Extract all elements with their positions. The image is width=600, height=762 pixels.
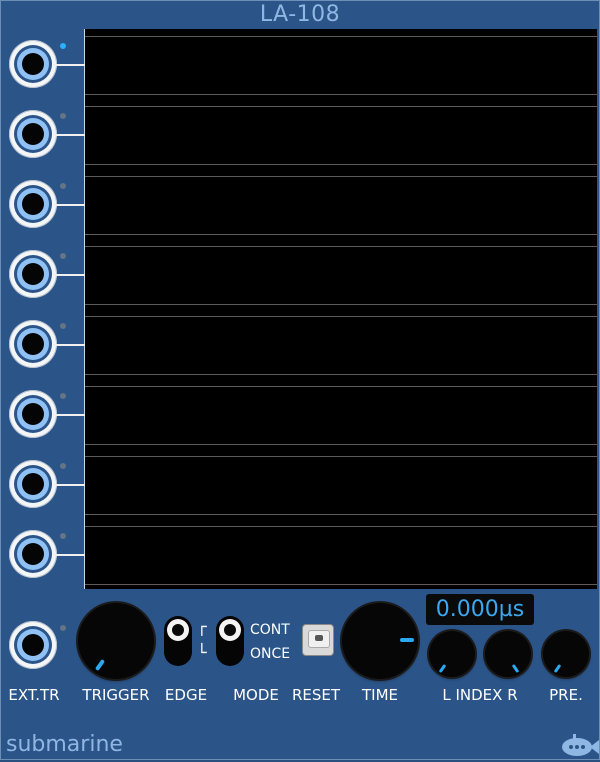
trigger-knob[interactable] xyxy=(78,603,154,679)
channel-1-trace xyxy=(85,29,597,99)
channel-3-led xyxy=(60,183,66,189)
channel-7-led xyxy=(60,463,66,469)
channel-5-wire xyxy=(53,344,85,346)
channel-2-input-jack[interactable] xyxy=(9,110,57,158)
index-right-knob[interactable] xyxy=(485,631,531,677)
edge-label: EDGE xyxy=(164,686,208,704)
channel-7-input-jack[interactable] xyxy=(9,460,57,508)
channel-8-trace xyxy=(85,519,597,589)
channel-4-wire xyxy=(53,274,85,276)
mode-label: MODE xyxy=(233,686,279,704)
channel-4-led xyxy=(60,253,66,259)
channel-7-wire xyxy=(53,484,85,486)
mode-once-label: ONCE xyxy=(250,646,291,662)
channel-1-wire xyxy=(53,64,85,66)
reset-label: RESET xyxy=(291,686,341,704)
ext-trigger-jack[interactable] xyxy=(9,621,57,669)
pre-label: PRE. xyxy=(549,686,583,704)
time-display: 0.000µs xyxy=(426,594,534,625)
time-knob[interactable] xyxy=(342,603,418,679)
pre-knob[interactable] xyxy=(543,631,589,677)
rising-edge-icon: ┌ xyxy=(197,617,207,636)
submarine-fish-icon xyxy=(560,730,600,762)
channel-3-trace xyxy=(85,169,597,239)
channel-6-input-jack[interactable] xyxy=(9,390,57,438)
time-label: TIME xyxy=(361,686,398,704)
module-title: LA-108 xyxy=(259,2,341,27)
channel-7-trace xyxy=(85,449,597,519)
channel-3-input-jack[interactable] xyxy=(9,180,57,228)
ext-trigger-label: EXT.TR xyxy=(8,686,60,704)
index-label: L INDEX R xyxy=(442,686,518,704)
channel-6-trace xyxy=(85,379,597,449)
index-left-knob[interactable] xyxy=(429,631,475,677)
channel-4-trace xyxy=(85,239,597,309)
channel-5-trace xyxy=(85,309,597,379)
channel-5-input-jack[interactable] xyxy=(9,320,57,368)
reset-button[interactable] xyxy=(302,624,334,656)
channel-8-wire xyxy=(53,554,85,556)
falling-edge-icon: └ xyxy=(197,643,207,662)
trigger-label: TRIGGER xyxy=(82,686,150,704)
channel-2-wire xyxy=(53,134,85,136)
channel-4-input-jack[interactable] xyxy=(9,250,57,298)
ext-trigger-led xyxy=(60,625,66,631)
channel-6-wire xyxy=(53,414,85,416)
brand-name: submarine xyxy=(6,732,123,757)
channel-1-led xyxy=(60,43,66,49)
channel-8-input-jack[interactable] xyxy=(9,530,57,578)
channel-6-led xyxy=(60,393,66,399)
channel-2-trace xyxy=(85,99,597,169)
channel-5-led xyxy=(60,323,66,329)
edge-switch[interactable] xyxy=(164,616,192,666)
mode-cont-label: CONT xyxy=(250,622,290,638)
channel-8-led xyxy=(60,533,66,539)
channel-1-input-jack[interactable] xyxy=(9,40,57,88)
mode-switch[interactable] xyxy=(216,616,244,666)
channel-3-wire xyxy=(53,204,85,206)
channel-2-led xyxy=(60,113,66,119)
logic-analyzer-screen xyxy=(84,29,597,589)
